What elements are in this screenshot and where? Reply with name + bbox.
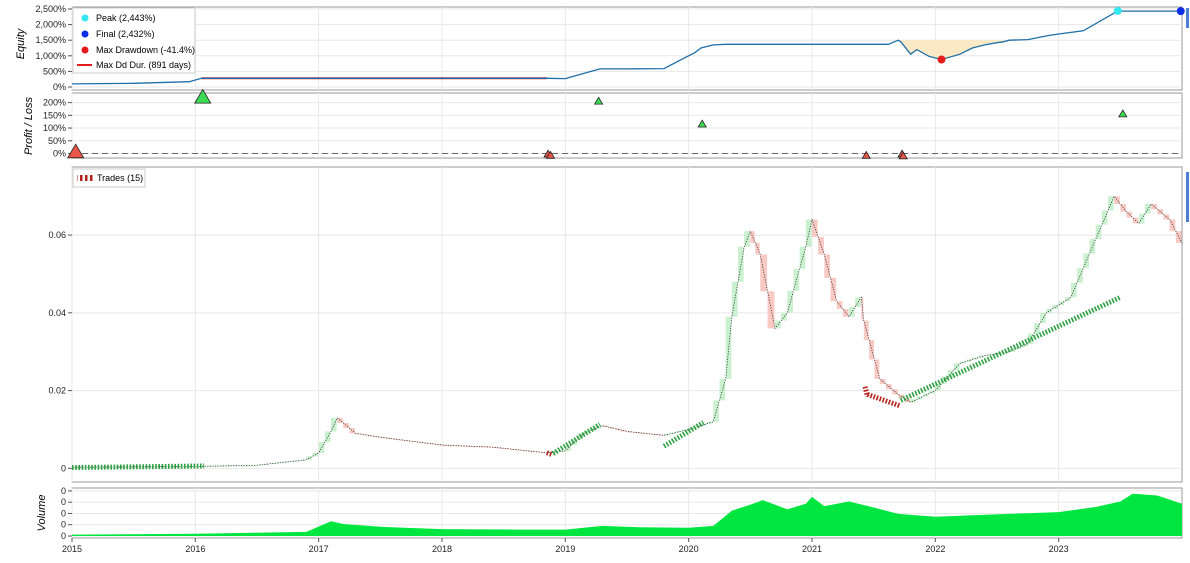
price-candle xyxy=(910,399,917,403)
y-tick-label: 0 xyxy=(61,531,66,541)
price-candle xyxy=(805,219,812,247)
price-candle xyxy=(1089,238,1096,254)
x-tick-label: 2023 xyxy=(1049,544,1069,554)
x-tick-label: 2019 xyxy=(555,544,575,554)
x-tick-label: 2020 xyxy=(679,544,699,554)
y-tick-label: 0 xyxy=(61,497,66,507)
y-tick-label: 0.02 xyxy=(48,386,66,396)
legend-peak-label: Peak (2,443%) xyxy=(96,13,156,23)
price-candle xyxy=(1101,210,1108,225)
price-candle xyxy=(343,422,349,429)
x-tick-label: 2017 xyxy=(309,544,329,554)
legend-trades-label: Trades (15) xyxy=(97,173,143,183)
price-candle xyxy=(731,281,738,317)
equity-range-handle[interactable] xyxy=(1186,8,1189,28)
price-candle xyxy=(874,359,880,379)
price-candle xyxy=(978,355,985,358)
y-tick-label: 50% xyxy=(48,136,66,146)
price-panel: 0 0.02 0.04 0.06 Trades (15) xyxy=(48,166,1183,483)
price-candle xyxy=(349,428,356,434)
legend-peak-icon xyxy=(81,14,89,22)
y-tick-label: 0% xyxy=(53,148,66,158)
legend-final-icon xyxy=(81,30,89,38)
price-candle xyxy=(522,450,528,452)
y-tick-label: 0% xyxy=(53,82,66,92)
y-tick-label: 0 xyxy=(61,463,66,473)
price-candle xyxy=(1175,231,1182,243)
max-drawdown-marker xyxy=(937,55,946,64)
y-tick-label: 2,000% xyxy=(35,20,66,30)
price-candle xyxy=(1046,308,1052,313)
y-tick-label: 150% xyxy=(43,110,66,120)
legend-maxdd-icon xyxy=(81,46,89,54)
x-tick-label: 2021 xyxy=(802,544,822,554)
price-candle xyxy=(232,465,238,467)
legend-maxdd-label: Max Drawdown (-41.4%) xyxy=(96,45,195,55)
price-candle xyxy=(1083,253,1089,269)
price-candle xyxy=(824,254,830,278)
peak-marker xyxy=(1113,6,1122,15)
trades-legend: Trades (15) xyxy=(72,168,146,188)
y-tick-label: 0 xyxy=(61,508,66,518)
pl-ylabel: Profit / Loss xyxy=(23,96,35,155)
y-tick-label: 500% xyxy=(43,66,66,76)
price-candle xyxy=(472,446,479,448)
y-tick-label: 1,500% xyxy=(35,35,66,45)
price-candle xyxy=(1077,268,1083,283)
price-candle xyxy=(799,246,806,269)
y-tick-label: 200% xyxy=(43,98,66,108)
x-tick-label: 2016 xyxy=(185,544,205,554)
equity-ylabel: Equity xyxy=(15,27,27,59)
y-tick-label: 100% xyxy=(43,123,66,133)
y-tick-label: 0 xyxy=(61,486,66,496)
legend-trades-icon xyxy=(77,175,93,181)
x-tick-label: 2018 xyxy=(432,544,452,554)
price-candle xyxy=(929,390,935,394)
profit-loss-panel: Profit / Loss 0% 50% 100% 150% 200% xyxy=(23,88,1183,160)
price-candle xyxy=(1108,196,1114,211)
price-candle xyxy=(1169,219,1176,232)
price-candle xyxy=(713,400,719,422)
final-marker xyxy=(1176,7,1185,16)
volume-ylabel: Volume xyxy=(36,495,48,532)
price-candle xyxy=(1095,224,1102,239)
equity-panel: Equity 0% 500% 1,000% 1,500% 2,000% 2,500% Pe… xyxy=(15,4,1185,92)
y-tick-label: 1,000% xyxy=(35,51,66,61)
legend-dur-label: Max Dd Dur. (891 days) xyxy=(96,60,191,70)
price-candle xyxy=(767,291,775,329)
backtest-chart: Equity 0% 500% 1,000% 1,500% 2,000% 2,500% Pe… xyxy=(15,4,1189,554)
y-tick-label: 0 xyxy=(61,520,66,530)
y-tick-label: 0.04 xyxy=(48,308,66,318)
volume-panel: Volume 00000 2015 2016 2017 2018 2019 2020 202… xyxy=(36,486,1183,554)
price-candle xyxy=(392,438,399,440)
x-tick-label: 2015 xyxy=(62,544,82,554)
y-tick-label: 2,500% xyxy=(35,4,66,14)
price-candle xyxy=(966,359,972,362)
x-tick-label: 2022 xyxy=(925,544,945,554)
y-tick-label: 0.06 xyxy=(48,230,66,240)
equity-legend: Peak (2,443%) Final (2,432%) Max Drawdow… xyxy=(72,7,196,74)
price-candle xyxy=(361,434,368,436)
price-candle xyxy=(861,297,864,321)
price-range-handle[interactable] xyxy=(1186,172,1189,222)
legend-final-label: Final (2,432%) xyxy=(96,29,155,39)
